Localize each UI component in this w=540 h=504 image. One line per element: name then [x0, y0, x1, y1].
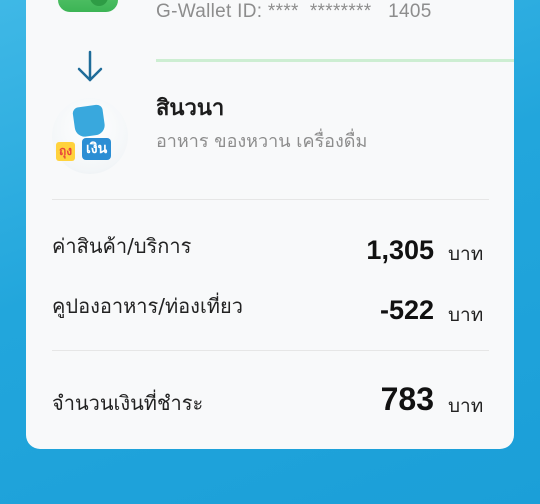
item-unit-coupon: บาท [448, 304, 484, 326]
divider-line-green [156, 59, 514, 62]
g-wallet-logo: G [58, 0, 118, 12]
g-wallet-letter: G [90, 0, 108, 6]
wallet-id: G-Wallet ID: **** ******** 1405 [156, 1, 432, 22]
total-label: จำนวนเงินที่ชำระ [52, 391, 204, 415]
total-unit: บาท [448, 395, 484, 417]
divider [52, 350, 489, 351]
logo-text-1: ถุง [56, 142, 76, 161]
merchant-logo: ถุง เงิน [52, 98, 128, 174]
total-value: 783 [380, 381, 434, 417]
money-bag-icon [72, 104, 106, 138]
item-value-coupon: -522 [379, 295, 434, 325]
logo-text-2: เงิน [82, 138, 112, 160]
item-label-coupon: คูปองอาหาร/ท่องเที่ยว [52, 294, 243, 318]
item-label-service: ค่าสินค้า/บริการ [52, 234, 192, 258]
divider [52, 199, 489, 200]
merchant-category: อาหาร ของหวาน เครื่องดื่ม [156, 131, 368, 152]
item-unit-service: บาท [448, 243, 484, 265]
merchant-name: สินวนา [156, 96, 225, 121]
transaction-card: G G-Wallet ID: **** ******** 1405 ถุง เง… [26, 0, 514, 449]
arrow-down-icon [77, 50, 103, 82]
item-value-service: 1,305 [366, 235, 434, 265]
